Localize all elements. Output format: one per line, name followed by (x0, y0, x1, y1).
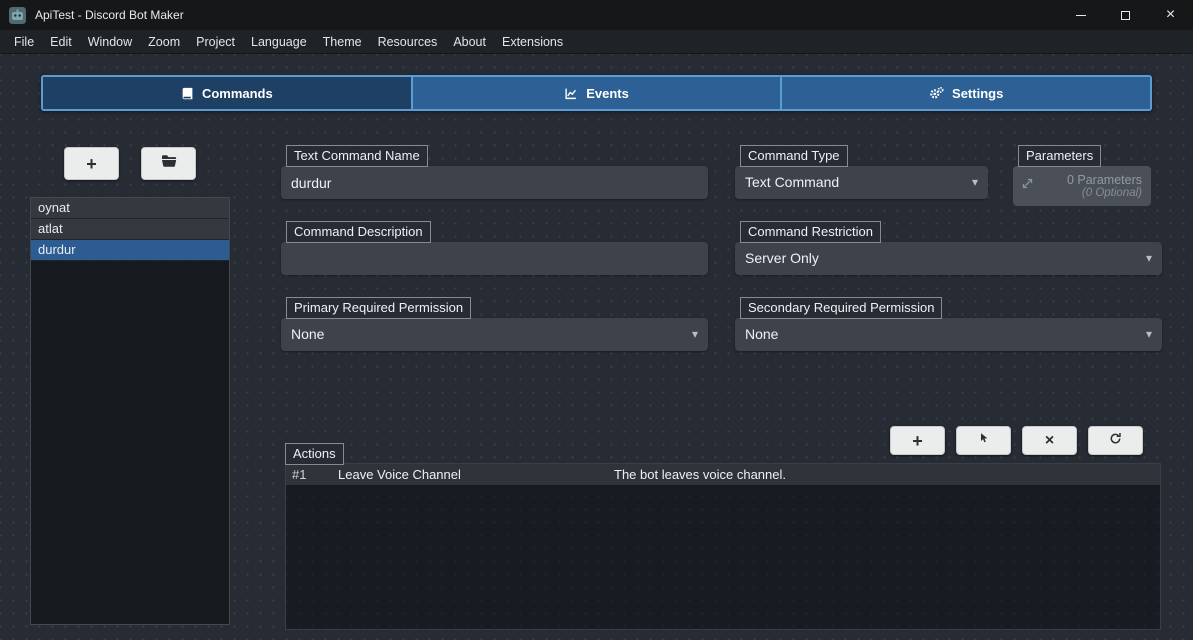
command-type-select[interactable]: Text Command ▾ (735, 166, 988, 199)
parameters-button[interactable]: 0 Parameters (0 Optional) (1013, 166, 1151, 206)
tab-settings-label: Settings (952, 86, 1003, 101)
command-list-item-durdur[interactable]: durdur (31, 240, 229, 261)
actions-label: Actions (285, 443, 344, 465)
action-name: Leave Voice Channel (338, 464, 614, 485)
menu-language[interactable]: Language (243, 30, 315, 54)
tab-settings[interactable]: Settings (780, 77, 1150, 109)
parameters-optional: (0 Optional) (1040, 187, 1142, 199)
text-command-name-group: Text Command Name (281, 145, 708, 199)
chart-icon (564, 87, 578, 100)
parameters-group: Parameters 0 Parameters (0 Optional) (1013, 145, 1151, 206)
command-list: oynat atlat durdur (30, 197, 230, 625)
folder-icon (161, 154, 177, 173)
maximize-icon (1121, 11, 1130, 20)
menu-extensions[interactable]: Extensions (494, 30, 571, 54)
chevron-down-icon: ▾ (972, 166, 978, 199)
parameters-summary: 0 Parameters (0 Optional) (1040, 173, 1142, 199)
menu-zoom[interactable]: Zoom (140, 30, 188, 54)
delete-action-button[interactable]: × (1022, 426, 1077, 455)
refresh-icon (1109, 432, 1122, 450)
command-restriction-label: Command Restriction (740, 221, 881, 243)
close-button[interactable]: × (1148, 0, 1193, 30)
tab-commands[interactable]: Commands (43, 77, 411, 109)
command-description-group: Command Description (281, 221, 708, 275)
secondary-permission-group: Secondary Required Permission None ▾ (735, 297, 1162, 351)
command-description-input[interactable] (281, 242, 708, 275)
tab-commands-label: Commands (202, 86, 273, 101)
title-bar: ApiTest - Discord Bot Maker × (0, 0, 1193, 30)
command-restriction-group: Command Restriction Server Only ▾ (735, 221, 1162, 275)
close-icon: × (1166, 7, 1175, 23)
command-list-item-atlat[interactable]: atlat (31, 219, 229, 240)
text-command-name-input[interactable] (281, 166, 708, 199)
menu-bar: File Edit Window Zoom Project Language T… (0, 30, 1193, 54)
refresh-actions-button[interactable] (1088, 426, 1143, 455)
plus-icon: + (86, 155, 97, 173)
primary-permission-group: Primary Required Permission None ▾ (281, 297, 708, 351)
chevron-down-icon: ▾ (692, 318, 698, 351)
actions-toolbar: + × (890, 426, 1143, 455)
action-index: #1 (286, 464, 338, 485)
menu-edit[interactable]: Edit (42, 30, 80, 54)
command-restriction-value: Server Only (745, 250, 819, 266)
command-type-value: Text Command (745, 174, 839, 190)
action-row[interactable]: #1 Leave Voice Channel The bot leaves vo… (286, 464, 1160, 486)
parameters-count: 0 Parameters (1040, 173, 1142, 187)
menu-project[interactable]: Project (188, 30, 243, 54)
command-list-item-oynat[interactable]: oynat (31, 198, 229, 219)
add-action-button[interactable]: + (890, 426, 945, 455)
parameters-label: Parameters (1018, 145, 1101, 167)
menu-resources[interactable]: Resources (370, 30, 446, 54)
chevron-down-icon: ▾ (1146, 242, 1152, 275)
app-icon (9, 7, 26, 24)
primary-permission-label: Primary Required Permission (286, 297, 471, 319)
menu-theme[interactable]: Theme (315, 30, 370, 54)
command-restriction-select[interactable]: Server Only ▾ (735, 242, 1162, 275)
delete-icon: × (1045, 433, 1054, 449)
menu-file[interactable]: File (6, 30, 42, 54)
text-command-name-label: Text Command Name (286, 145, 428, 167)
plus-icon: + (912, 432, 923, 450)
chevron-down-icon: ▾ (1146, 318, 1152, 351)
expand-icon (1021, 177, 1034, 195)
minimize-button[interactable] (1058, 0, 1103, 30)
maximize-button[interactable] (1103, 0, 1148, 30)
tab-events-label: Events (586, 86, 629, 101)
cursor-icon (978, 432, 990, 450)
add-command-button[interactable]: + (64, 147, 119, 180)
primary-permission-value: None (291, 326, 324, 342)
primary-permission-select[interactable]: None ▾ (281, 318, 708, 351)
edit-action-button[interactable] (956, 426, 1011, 455)
sidebar-toolbar: + (30, 147, 230, 180)
secondary-permission-select[interactable]: None ▾ (735, 318, 1162, 351)
open-folder-button[interactable] (141, 147, 196, 180)
app-window: ApiTest - Discord Bot Maker × File Edit … (0, 0, 1193, 640)
menu-window[interactable]: Window (80, 30, 140, 54)
actions-list: #1 Leave Voice Channel The bot leaves vo… (285, 463, 1161, 630)
main-tab-bar: Commands Events Settings (41, 75, 1152, 111)
command-type-group: Command Type Text Command ▾ (735, 145, 988, 199)
gears-icon (929, 86, 944, 100)
command-description-label: Command Description (286, 221, 431, 243)
window-controls: × (1058, 0, 1193, 30)
tab-events[interactable]: Events (411, 77, 781, 109)
secondary-permission-value: None (745, 326, 778, 342)
secondary-permission-label: Secondary Required Permission (740, 297, 942, 319)
window-title: ApiTest - Discord Bot Maker (35, 8, 184, 22)
minimize-icon (1076, 15, 1086, 16)
book-icon (181, 87, 194, 100)
action-description: The bot leaves voice channel. (614, 464, 1160, 485)
menu-about[interactable]: About (445, 30, 494, 54)
command-type-label: Command Type (740, 145, 848, 167)
